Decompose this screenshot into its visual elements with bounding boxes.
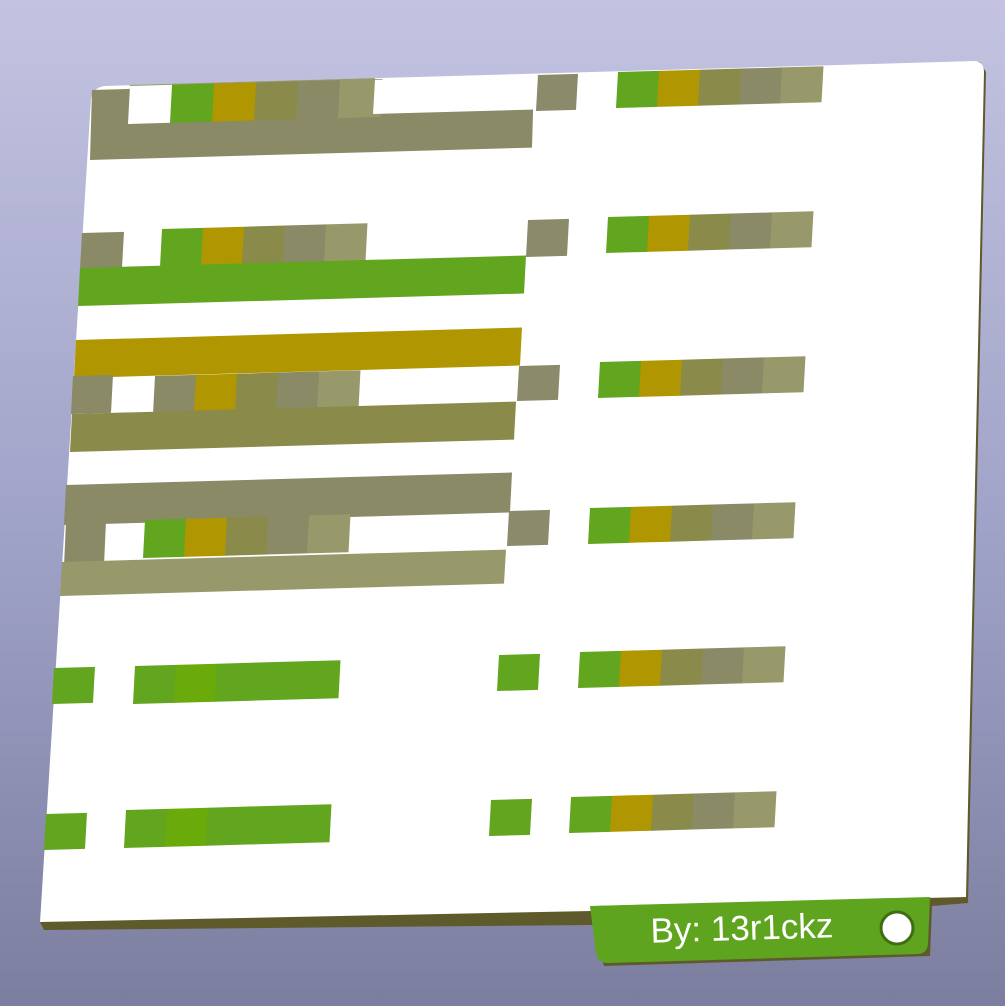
pixel-gap [373,75,537,114]
pixel-block [184,517,228,557]
pixel-block [526,218,569,257]
pixel-block [283,224,327,264]
pixel-block [739,67,783,105]
pixel-block [212,82,257,122]
pixel-block [588,506,632,544]
pixel-block [762,356,806,394]
pixel-block [324,223,368,263]
pixel-block [610,794,654,832]
hanging-hole [879,910,915,946]
credit-label: By: 13r1ckz [650,906,834,950]
pixel-block [729,212,773,250]
pixel-block [733,791,777,829]
pixel-block [143,518,187,558]
pixel-block [254,81,299,121]
pixel-block [711,503,755,541]
pixel-block [780,66,824,104]
pixel-block [721,357,765,395]
pixel-block [201,226,245,266]
pixel-block [165,807,209,847]
pixel-block [71,374,113,414]
pixel-block [80,231,124,269]
pixel-block [692,792,736,830]
pixel-block [680,358,724,396]
pixel-block [698,68,742,106]
pixel-block [598,360,642,398]
pixel-block [647,214,691,252]
pixel-block [133,664,177,704]
pixel-block [307,514,351,554]
pixel-block [52,666,95,704]
pixel-block [242,225,286,265]
pixel-block [288,804,332,844]
pixel-block [160,227,204,267]
pixel-block [517,364,560,401]
pixel-block [489,798,532,836]
pixel-block [639,359,683,397]
pixel-block [64,520,106,566]
pixel-block [629,505,673,543]
pixel-block [701,647,745,685]
pixel-block [770,211,814,249]
pixel-block [660,648,704,686]
pixel-block [206,806,250,846]
pixel-block [497,653,540,691]
pixel-block [215,662,259,702]
pixel-block [507,509,550,546]
pixel-block [44,812,87,850]
pixel-block [128,84,173,124]
pixel-block [606,215,650,253]
pixel-block [619,649,663,687]
pixel-block [317,370,361,410]
pixel-block [247,805,291,845]
pixel-block [297,660,341,700]
pixel-block [670,504,714,542]
pixel-block [225,516,269,556]
pixel-block [742,646,786,684]
pixel-block [174,663,218,703]
pixel-block [124,808,168,848]
pixel-block [235,372,279,412]
pixel-block [688,213,732,251]
pixel-block [578,650,622,688]
pixel-block [296,80,341,120]
pixel-block [256,661,300,701]
pixel-block [194,373,238,413]
pixel-block [657,69,701,107]
pixel-block [752,502,796,540]
pixel-block [276,371,320,411]
pixel-block [170,83,215,123]
pixel-block [266,515,310,555]
pixel-block [153,374,197,414]
pixel-block [651,793,695,831]
pixel-block [536,73,578,111]
pixel-block [569,795,613,833]
pixel-block [616,70,660,108]
render-viewport: By: 13r1ckz [40,61,986,966]
